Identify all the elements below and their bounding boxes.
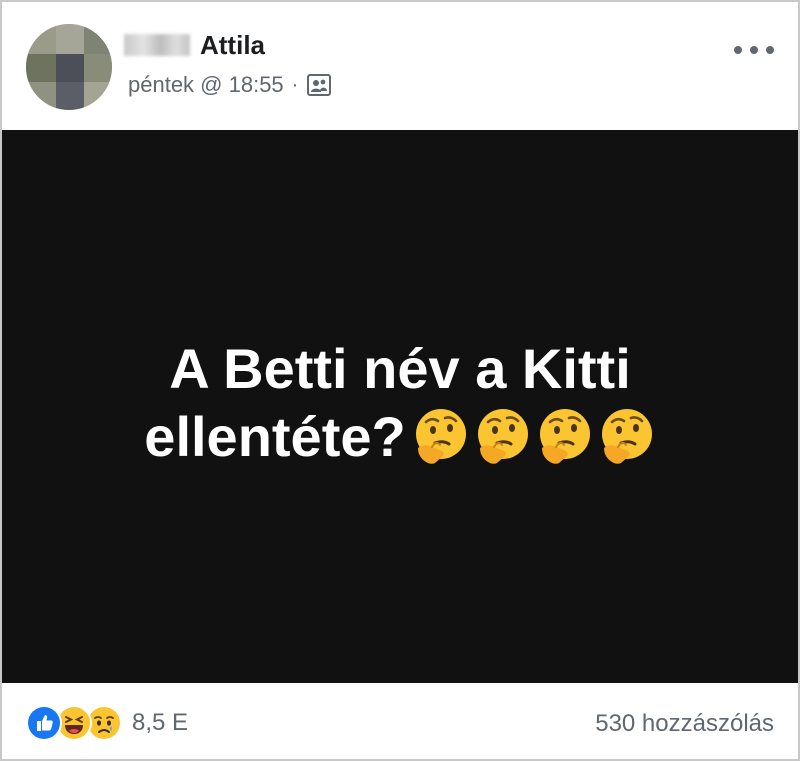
thinking-face-icon <box>539 409 590 464</box>
thinking-face-icon <box>477 409 528 464</box>
thinking-face-icon <box>601 409 652 464</box>
emoji-row <box>408 406 656 481</box>
thinking-face-icon <box>415 409 466 464</box>
post-text-line1: A Betti név a Kitti <box>169 337 631 400</box>
more-options-icon[interactable] <box>734 40 774 60</box>
author-avatar[interactable] <box>26 24 112 110</box>
post-text: A Betti név a Kitti ellentéte? <box>2 335 798 481</box>
author-row: Attila <box>124 28 265 62</box>
post-card: Attila péntek @ 18:55 · A Betti név a Ki… <box>0 0 800 761</box>
post-media[interactable]: A Betti név a Kitti ellentéte? <box>2 130 798 683</box>
post-text-question: ellentéte? <box>144 405 406 468</box>
reactions-summary[interactable]: 8,5 E <box>26 705 188 741</box>
meta-separator: · <box>291 73 299 96</box>
author-name[interactable]: Attila <box>200 30 265 61</box>
post-text-line2: ellentéte? <box>2 403 798 481</box>
reaction-count: 8,5 E <box>132 709 189 736</box>
post-header: Attila péntek @ 18:55 · <box>2 2 798 128</box>
comments-count[interactable]: 530 hozzászólás <box>595 710 774 738</box>
post-meta: péntek @ 18:55 · <box>128 70 332 100</box>
friends-icon[interactable] <box>306 72 332 98</box>
post-timestamp[interactable]: péntek @ 18:55 <box>128 72 284 98</box>
like-icon <box>26 705 62 741</box>
post-footer: 8,5 E 530 hozzászólás <box>2 683 798 759</box>
blurred-surname <box>124 34 190 56</box>
